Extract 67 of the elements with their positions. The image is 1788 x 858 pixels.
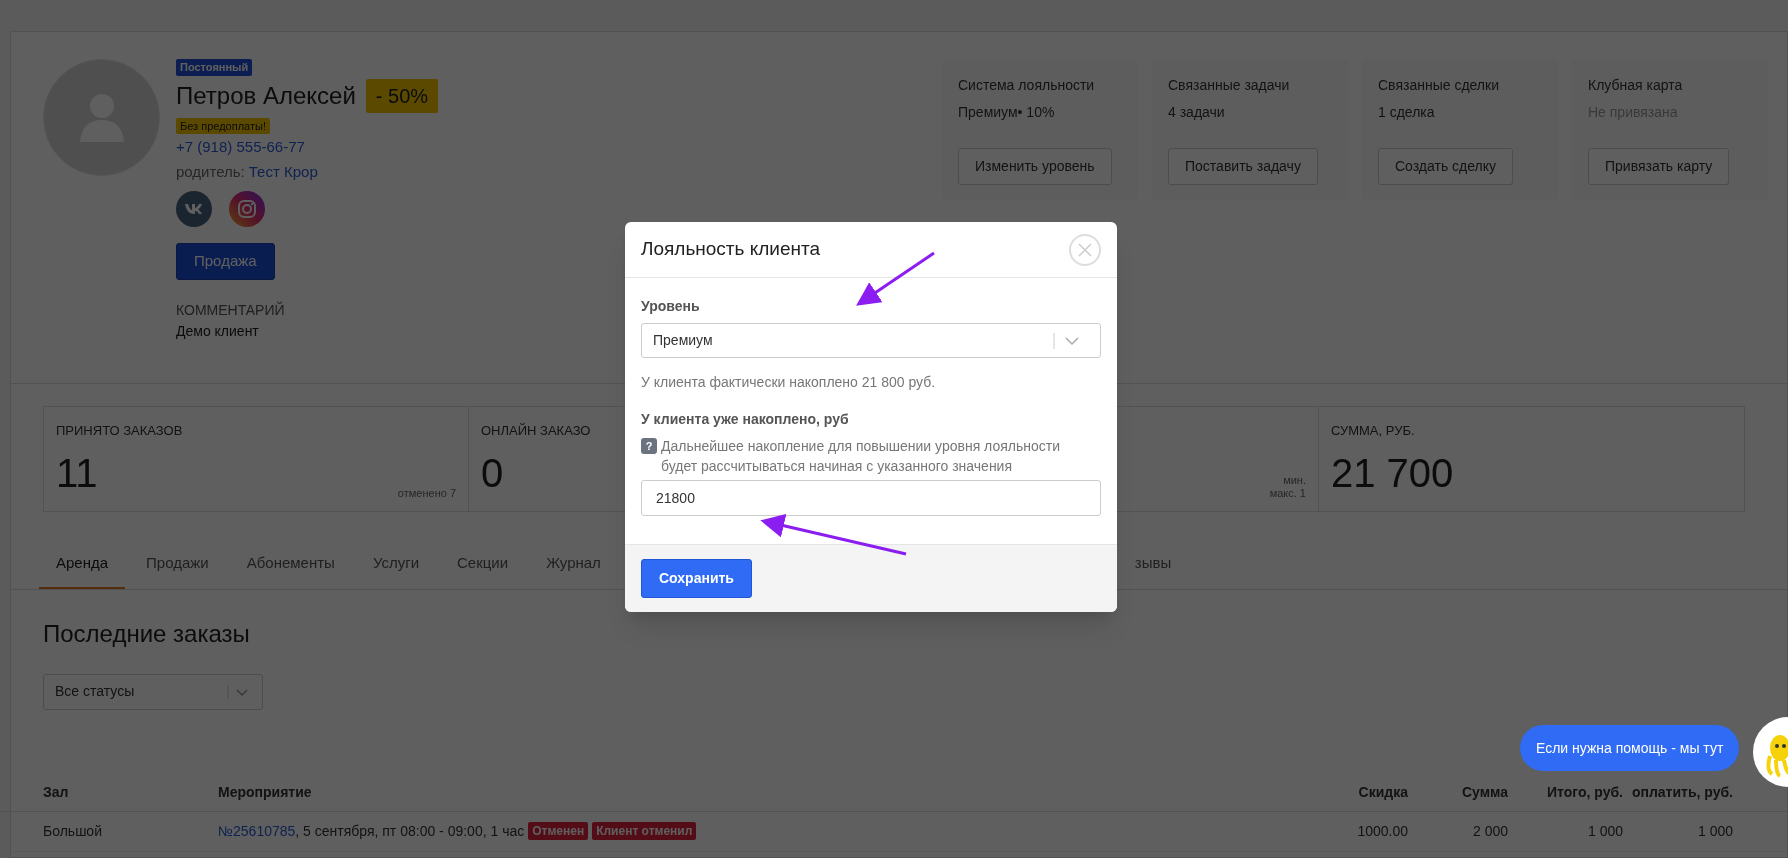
card-title: Клубная карта: [1588, 76, 1683, 95]
stat-label: ОНЛАЙН ЗАКАЗО: [481, 422, 591, 440]
save-button[interactable]: Сохранить: [641, 559, 752, 598]
sale-button[interactable]: Продажа: [176, 243, 275, 280]
table-cell-text: 1000.00: [1356, 821, 1408, 841]
phone-link[interactable]: +7 (918) 555-66-77: [176, 136, 305, 159]
section-title: Последние заказы: [43, 618, 251, 649]
status-badge: Клиент отменил: [592, 822, 697, 840]
tab[interactable]: Журнал: [529, 552, 618, 589]
close-icon: [1077, 241, 1093, 258]
tab[interactable]: Аренда: [39, 552, 126, 589]
card-value: 1 сделка: [1378, 103, 1435, 122]
status-badge: Отменен: [528, 822, 589, 840]
chevron-down-icon: [227, 683, 251, 700]
table-cell-text: 2 000: [1471, 821, 1508, 841]
mascot-drawing[interactable]: [1752, 716, 1788, 788]
field-label: У клиента уже накоплено, руб: [641, 410, 850, 429]
card-action-button[interactable]: Создать сделку: [1378, 148, 1514, 185]
comment-label: КОММЕНТАРИЙ: [176, 300, 285, 320]
column-header: оплатить, руб.: [1630, 782, 1733, 802]
stat-value: 21 700: [1331, 452, 1454, 493]
tab[interactable]: Секции: [440, 552, 526, 589]
stat-note: отменено 7: [397, 487, 456, 501]
stat-label: ПРИНЯТО ЗАКАЗОВ: [56, 422, 183, 440]
card-action-button[interactable]: Привязать карту: [1588, 148, 1730, 185]
dialog-title: Лояльность клиента: [641, 237, 821, 262]
tab[interactable]: зывы: [1117, 552, 1189, 589]
close-button[interactable]: [1069, 233, 1101, 266]
column-header: Зал: [43, 782, 70, 802]
card-title: Связанные задачи: [1168, 76, 1290, 95]
column-header: Сумма: [1460, 782, 1508, 802]
level-select[interactable]: Премиум: [641, 323, 1101, 358]
table-cell-text: Большой: [43, 821, 103, 841]
field-label: Уровень: [641, 297, 701, 316]
comment-text: Демо клиент: [176, 321, 259, 341]
tab[interactable]: Абонементы: [229, 552, 352, 589]
table-cell-text: , 5 сентября, пт 08:00 - 09:00, 1 час: [295, 821, 525, 841]
client-name: Петров Алексей: [176, 80, 356, 111]
instagram-icon[interactable]: [229, 191, 265, 227]
help-chat-bubble[interactable]: Если нужна помощь - мы тут: [1520, 725, 1740, 771]
card-title: Связанные сделки: [1378, 76, 1499, 95]
discount-badge: - 50%: [365, 78, 439, 113]
stat-note: мин.: [1283, 473, 1306, 488]
column-header: Итого, руб.: [1546, 782, 1623, 802]
parent-label: родитель:: [176, 161, 245, 182]
table-cell-text: 1 000: [1696, 821, 1733, 841]
column-header: Мероприятие: [218, 782, 313, 802]
card-action-button[interactable]: Изменить уровень: [958, 148, 1112, 185]
stat-value: 11: [56, 452, 98, 493]
column-header: Скидка: [1357, 782, 1408, 802]
table-cell-text: 1 000: [1586, 821, 1623, 841]
card-value: 4 задачи: [1168, 103, 1225, 122]
card-title: Система лояльности: [958, 76, 1095, 95]
accumulated-input[interactable]: 21800: [641, 480, 1101, 516]
vk-icon[interactable]: [176, 191, 212, 227]
stat-value: 0: [481, 452, 504, 493]
status-badge: Постоянный: [176, 59, 253, 76]
stat-label: СУММА, РУБ.: [1331, 422, 1415, 440]
card-value: Премиум• 10%: [958, 103, 1055, 122]
tab[interactable]: Услуги: [355, 552, 437, 589]
accumulated-note: У клиента фактически накоплено 21 800 руб.: [641, 373, 937, 392]
card-action-button[interactable]: Поставить задачу: [1168, 148, 1318, 185]
status-filter-select[interactable]: Все статусы: [43, 673, 263, 710]
help-text: Дальнейшее накопление для повышении уровня лояльности будет рассчитываться начиная с указанного значения: [661, 437, 1061, 476]
tab[interactable]: Продажи: [129, 552, 226, 589]
parent-link[interactable]: Тест Крор: [248, 160, 318, 183]
help-icon[interactable]: ?: [641, 438, 657, 454]
